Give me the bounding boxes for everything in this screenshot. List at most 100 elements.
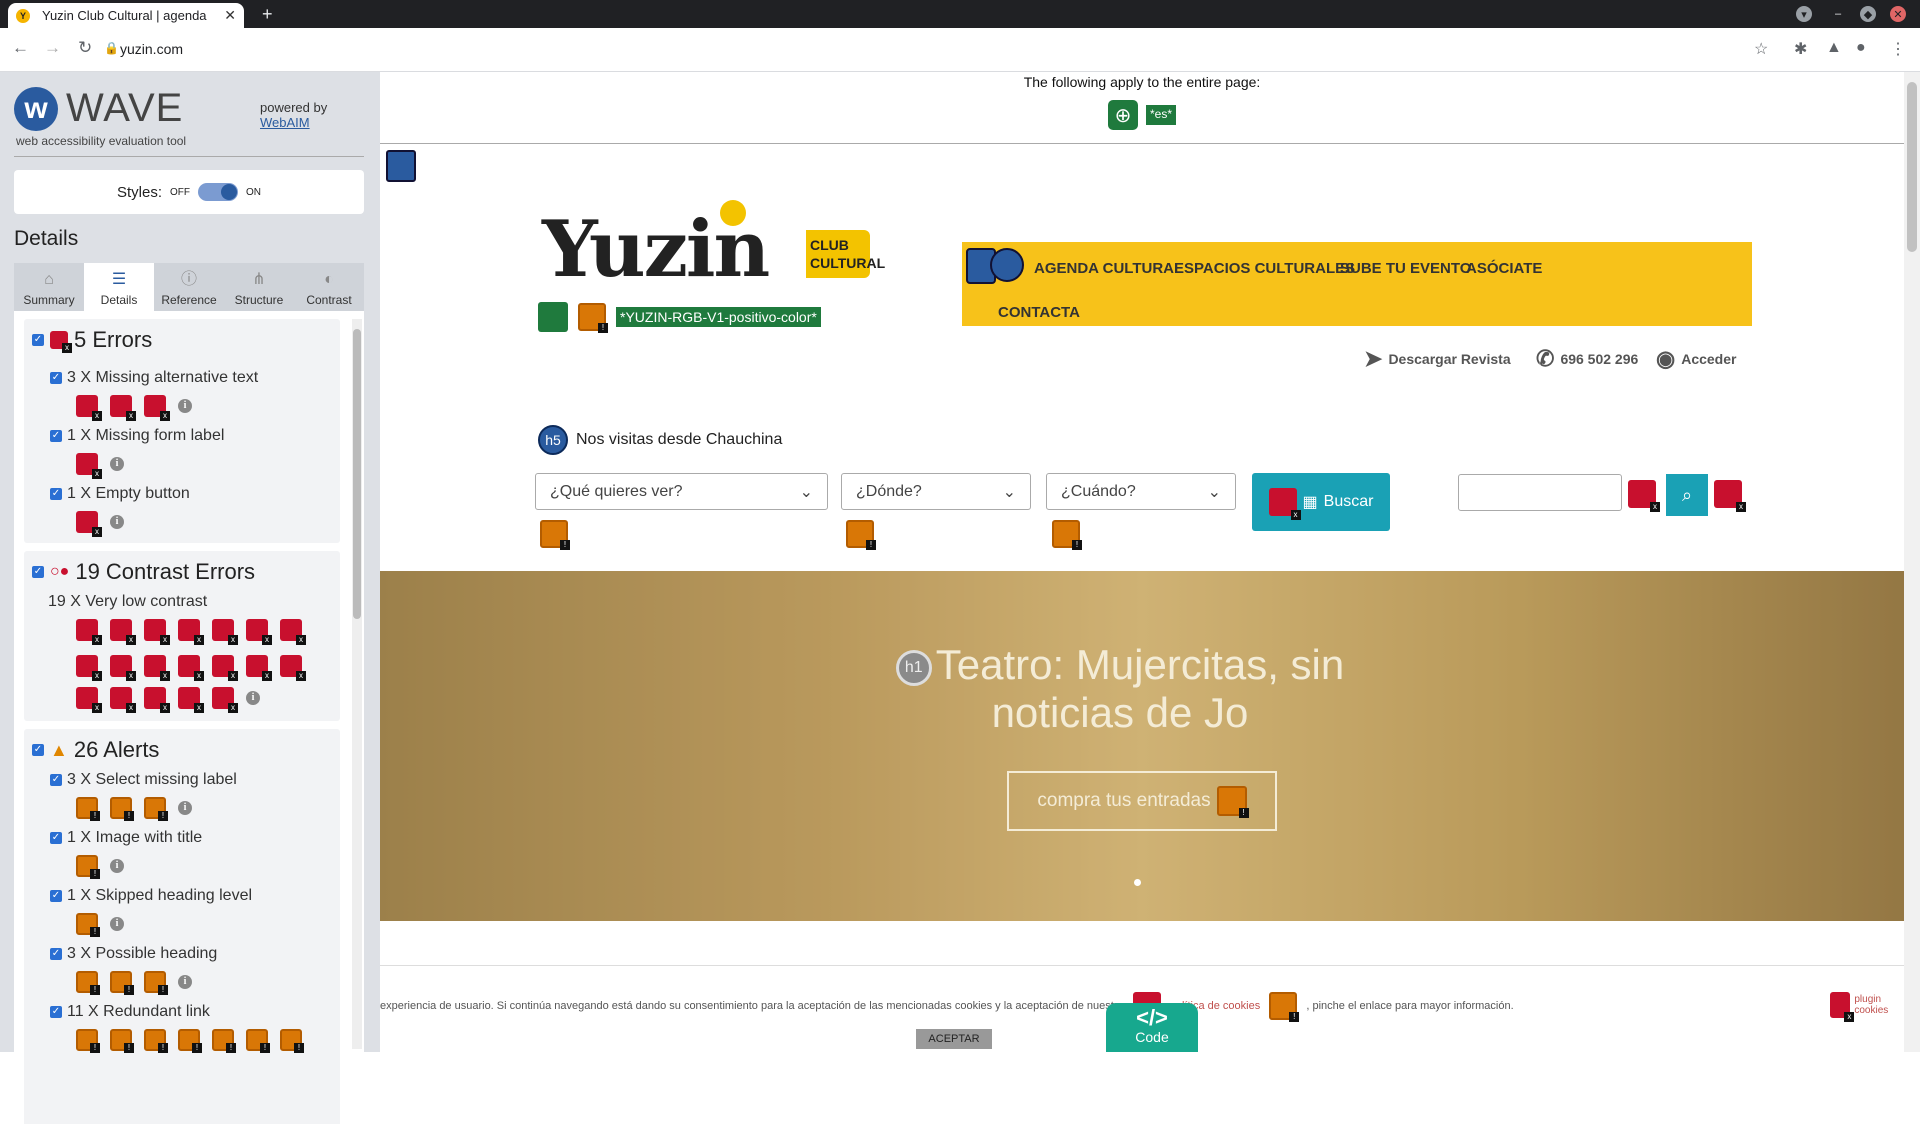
item-checkbox[interactable]: ✓ [50, 372, 62, 384]
contrast-error-icon[interactable] [178, 655, 204, 681]
profile-icon[interactable]: ● [1856, 39, 1866, 57]
lock-icon[interactable]: 🔒 [104, 41, 119, 55]
info-icon[interactable]: i [110, 859, 124, 873]
contrast-error-icon[interactable] [1268, 488, 1301, 520]
contrast-error-icon[interactable] [144, 687, 170, 713]
nav-agenda[interactable]: AGENDA CULTURAL [1034, 260, 1183, 277]
possible-heading-icon[interactable] [76, 971, 100, 995]
redundant-link-icon[interactable] [1269, 992, 1300, 1022]
menu-icon[interactable]: ⋮ [1890, 39, 1906, 59]
contrast-checkbox[interactable]: ✓ [32, 566, 44, 578]
browser-tab[interactable]: Y Yuzin Club Cultural | agenda ✕ [8, 3, 244, 28]
tab-reference[interactable]: ⓘ Reference [154, 263, 224, 311]
item-checkbox[interactable]: ✓ [50, 774, 62, 786]
globe-icon[interactable]: ⊕ [1107, 100, 1138, 130]
extension-icon[interactable]: ▲ [1826, 39, 1842, 57]
redundant-link-icon[interactable] [76, 1029, 100, 1053]
info-icon[interactable]: i [178, 801, 192, 815]
possible-heading-icon[interactable] [144, 971, 168, 995]
contrast-error-icon[interactable] [280, 655, 306, 681]
contrast-error-icon[interactable] [246, 655, 272, 681]
image-icon[interactable] [538, 302, 568, 332]
redundant-link-icon[interactable] [1216, 786, 1249, 818]
empty-button-icon[interactable] [1714, 480, 1746, 512]
when-select[interactable]: ¿Cuándo? ⌄ [1046, 473, 1236, 510]
contrast-error-icon[interactable] [76, 687, 102, 713]
contrast-error-icon[interactable] [178, 687, 204, 713]
minimize-icon[interactable]: – [1830, 6, 1846, 22]
back-icon[interactable]: ← [12, 38, 29, 58]
contrast-error-icon[interactable] [110, 655, 136, 681]
info-icon[interactable]: i [178, 399, 192, 413]
contrast-error-icon[interactable] [110, 687, 136, 713]
login-link[interactable]: ◉ Acceder [1656, 346, 1736, 372]
missing-alt-icon[interactable] [76, 395, 102, 421]
contrast-error-icon[interactable] [110, 619, 136, 645]
nav-espacios[interactable]: ESPACIOS CULTURALES [1174, 260, 1355, 277]
close-tab-icon[interactable]: ✕ [224, 7, 236, 24]
maximize-icon[interactable]: ◆ [1860, 6, 1876, 22]
image-title-alert-icon[interactable] [578, 303, 608, 333]
panel-scrollbar[interactable] [352, 319, 362, 1049]
plugin-cookies-link[interactable]: plugin cookies [1830, 992, 1904, 1022]
alerts-checkbox[interactable]: ✓ [32, 744, 44, 756]
tab-details[interactable]: ☰ Details [84, 263, 154, 311]
nav-asociate[interactable]: ASÓCIATE [1466, 260, 1542, 277]
select-alert-icon[interactable] [1052, 520, 1082, 550]
item-checkbox[interactable]: ✓ [50, 948, 62, 960]
info-icon[interactable]: i [178, 975, 192, 989]
code-toggle-button[interactable]: </> Code [1106, 1003, 1198, 1052]
accept-button[interactable]: ACEPTAR [916, 1029, 992, 1049]
window-close-icon[interactable]: ✕ [1890, 6, 1906, 22]
errors-checkbox[interactable]: ✓ [32, 334, 44, 346]
contrast-error-icon[interactable] [144, 619, 170, 645]
lang-tag[interactable]: *es* [1145, 105, 1176, 125]
missing-alt-icon[interactable] [110, 395, 136, 421]
contrast-error-icon[interactable] [1830, 992, 1855, 1022]
redundant-link-icon[interactable] [178, 1029, 202, 1053]
styles-toggle[interactable] [198, 183, 238, 201]
contrast-error-icon[interactable] [76, 619, 102, 645]
contrast-error-icon[interactable] [212, 687, 238, 713]
extensions-icon[interactable]: ✱ [1794, 39, 1807, 59]
tab-summary[interactable]: ⌂ Summary [14, 263, 84, 311]
contrast-error-icon[interactable] [178, 619, 204, 645]
h1-badge[interactable]: h1 [895, 649, 932, 686]
redundant-link-icon[interactable] [280, 1029, 304, 1053]
select-alert-icon[interactable] [540, 520, 570, 550]
url-field[interactable]: yuzin.com [120, 41, 183, 57]
contrast-error-icon[interactable] [280, 619, 306, 645]
contrast-error-icon[interactable] [212, 619, 238, 645]
forward-icon[interactable]: → [44, 38, 61, 58]
image-title-icon[interactable] [76, 855, 100, 879]
phone-link[interactable]: ✆ 696 502 296 [1536, 346, 1638, 372]
tab-structure[interactable]: ⋔ Structure [224, 263, 294, 311]
item-checkbox[interactable]: ✓ [50, 890, 62, 902]
contrast-error-icon[interactable] [212, 655, 238, 681]
h5-badge[interactable]: h5 [538, 425, 568, 455]
page-region-icon[interactable] [386, 150, 416, 182]
redundant-link-icon[interactable] [246, 1029, 270, 1053]
webaim-link[interactable]: WebAIM [260, 115, 327, 130]
contrast-error-icon[interactable] [144, 655, 170, 681]
redundant-link-icon[interactable] [110, 1029, 134, 1053]
contrast-error-icon[interactable] [246, 619, 272, 645]
missing-label-icon[interactable] [76, 453, 102, 479]
select-missing-label-icon[interactable] [144, 797, 168, 821]
info-icon[interactable]: i [110, 917, 124, 931]
info-icon[interactable]: i [246, 691, 260, 705]
page-scrollbar[interactable] [1904, 72, 1920, 1052]
redundant-link-icon[interactable] [144, 1029, 168, 1053]
missing-label-icon[interactable] [1628, 480, 1660, 512]
select-missing-label-icon[interactable] [110, 797, 134, 821]
nav-contacta[interactable]: CONTACTA [998, 304, 1080, 321]
item-checkbox[interactable]: ✓ [50, 1006, 62, 1018]
skipped-heading-icon[interactable] [76, 913, 100, 937]
missing-alt-icon[interactable] [144, 395, 170, 421]
possible-heading-icon[interactable] [110, 971, 134, 995]
select-missing-label-icon[interactable] [76, 797, 100, 821]
tab-search-icon[interactable]: ▾ [1796, 6, 1812, 22]
alt-text-tag[interactable]: *YUZIN-RGB-V1-positivo-color* [616, 307, 821, 327]
nav-sube[interactable]: SUBE TU EVENTO [1340, 260, 1471, 277]
download-magazine-link[interactable]: ➤ Descargar Revista [1364, 346, 1511, 372]
